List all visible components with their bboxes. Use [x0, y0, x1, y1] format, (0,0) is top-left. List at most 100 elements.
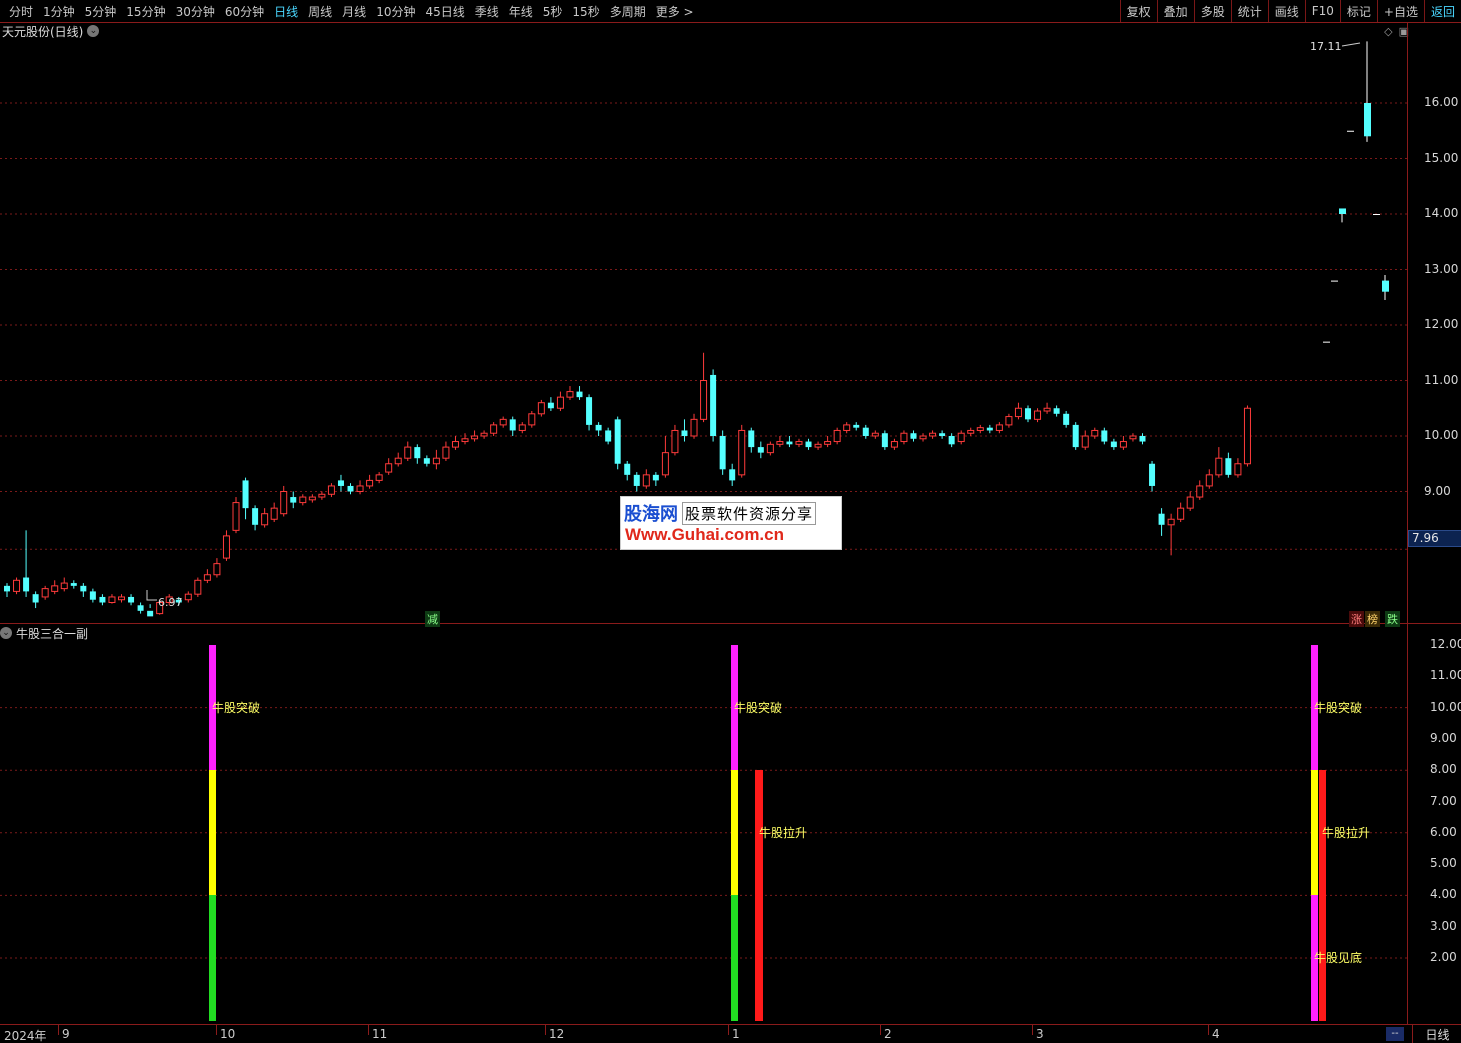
tool-button[interactable]: 复权: [1119, 0, 1157, 22]
period-tab[interactable]: 10分钟: [371, 3, 420, 20]
low-pointer: [146, 590, 157, 601]
candle: [118, 594, 126, 603]
time-tick-mark: [368, 1025, 369, 1035]
indicator-tick: 6.00: [1430, 824, 1457, 839]
candle: [1034, 408, 1042, 423]
candle: [862, 424, 869, 439]
candle: [1243, 405, 1251, 467]
period-tab[interactable]: 5秒: [538, 3, 568, 20]
candle: [614, 416, 621, 470]
period-tab[interactable]: 年线: [504, 3, 538, 20]
candle: [1024, 405, 1031, 423]
period-tab[interactable]: 月线: [337, 3, 371, 20]
candle: [299, 494, 307, 506]
period-tab[interactable]: 1分钟: [38, 3, 80, 20]
tool-button[interactable]: 统计: [1230, 0, 1268, 22]
time-tick-mark: [880, 1025, 881, 1035]
candle: [1158, 508, 1165, 536]
lift-bar: [1319, 770, 1326, 1021]
candle: [137, 602, 144, 614]
time-tick: 2024年: [4, 1029, 47, 1043]
tool-button[interactable]: F10: [1304, 0, 1340, 22]
period-tab[interactable]: 15分钟: [121, 3, 170, 20]
period-indicator-button[interactable]: 日线: [1412, 1025, 1461, 1043]
time-tick: 2: [884, 1027, 892, 1041]
candle: [710, 369, 717, 442]
candle: [681, 419, 688, 442]
candle: [1331, 280, 1338, 282]
candle: [1167, 513, 1175, 556]
candle: [661, 436, 669, 478]
indicator-tick: 2.00: [1430, 950, 1457, 964]
candle: [509, 416, 516, 436]
tool-button[interactable]: +自选: [1376, 0, 1424, 22]
candle: [290, 491, 297, 509]
indicator-tick: 4.00: [1430, 887, 1457, 902]
indicator-chart[interactable]: [0, 624, 1407, 1024]
period-tab[interactable]: 季线: [470, 3, 504, 20]
time-tick: 1: [732, 1027, 740, 1041]
tool-button[interactable]: 多股: [1193, 0, 1231, 22]
period-tab[interactable]: 30分钟: [171, 3, 220, 20]
candle: [1347, 130, 1354, 132]
tool-button[interactable]: 返回: [1423, 0, 1461, 22]
candle: [719, 430, 726, 475]
candle: [1081, 430, 1089, 450]
candle: [1215, 447, 1223, 478]
candle: [700, 352, 708, 423]
indicator-tick: 7.00: [1430, 793, 1457, 808]
candle: [929, 430, 937, 439]
candle: [147, 604, 154, 617]
breakout-bar-low: [731, 895, 738, 1021]
time-tick: 12: [549, 1027, 565, 1041]
candle: [108, 594, 116, 604]
period-tab[interactable]: 日线: [269, 3, 303, 20]
candle: [1005, 413, 1013, 428]
period-tab[interactable]: 分时: [4, 3, 38, 20]
period-tab[interactable]: 45日线: [420, 3, 469, 20]
candle: [318, 491, 326, 500]
candle: [843, 422, 851, 434]
zoom-button[interactable]: --: [1386, 1027, 1404, 1041]
candle: [480, 430, 488, 439]
candle: [23, 530, 30, 597]
candle: [948, 433, 955, 448]
period-tab[interactable]: 15秒: [567, 3, 604, 20]
candle: [995, 422, 1003, 434]
candle: [729, 463, 736, 486]
candle: [547, 397, 554, 412]
signal-label-breakout: 牛股突破: [734, 701, 783, 715]
period-tabs: 分时 1分钟 5分钟 15分钟 30分钟 60分钟 日线 周线 月线 10分钟 45日线 季线 年线 5秒…: [0, 3, 699, 20]
candle: [32, 591, 39, 609]
candle: [833, 427, 841, 445]
candle: [128, 594, 135, 606]
period-tab[interactable]: 更多 >: [651, 3, 699, 20]
time-tick-mark: [1208, 1025, 1209, 1035]
candle: [1043, 402, 1051, 414]
candle: [642, 469, 650, 489]
candle: [967, 427, 975, 436]
tool-button[interactable]: 画线: [1267, 0, 1305, 22]
indicator-tick: 11.00: [1430, 668, 1461, 683]
tool-button[interactable]: 标记: [1339, 0, 1377, 22]
lift-bar: [755, 770, 763, 1021]
high-price-label: 17.11: [1310, 40, 1342, 53]
tool-button[interactable]: 叠加: [1156, 0, 1194, 22]
period-tab[interactable]: 5分钟: [80, 3, 122, 20]
period-tab[interactable]: 多周期: [605, 3, 651, 20]
time-tick-mark: [545, 1025, 546, 1035]
candle: [1196, 480, 1204, 500]
candle: [738, 424, 746, 478]
indicator-tick: 3.00: [1430, 918, 1457, 933]
candle: [690, 413, 698, 439]
indicator-tick: 8.00: [1430, 762, 1457, 777]
candle: [824, 436, 832, 448]
watermark-url: Www.Guhai.com.cn: [625, 525, 784, 544]
candle: [1186, 491, 1194, 511]
period-tab[interactable]: 周线: [303, 3, 337, 20]
period-tab[interactable]: 60分钟: [220, 3, 269, 20]
candle: [1373, 214, 1380, 215]
candle: [1364, 41, 1371, 142]
signal-label-breakout: 牛股突破: [1314, 701, 1363, 715]
signal-label-breakout: 牛股突破: [212, 701, 261, 715]
